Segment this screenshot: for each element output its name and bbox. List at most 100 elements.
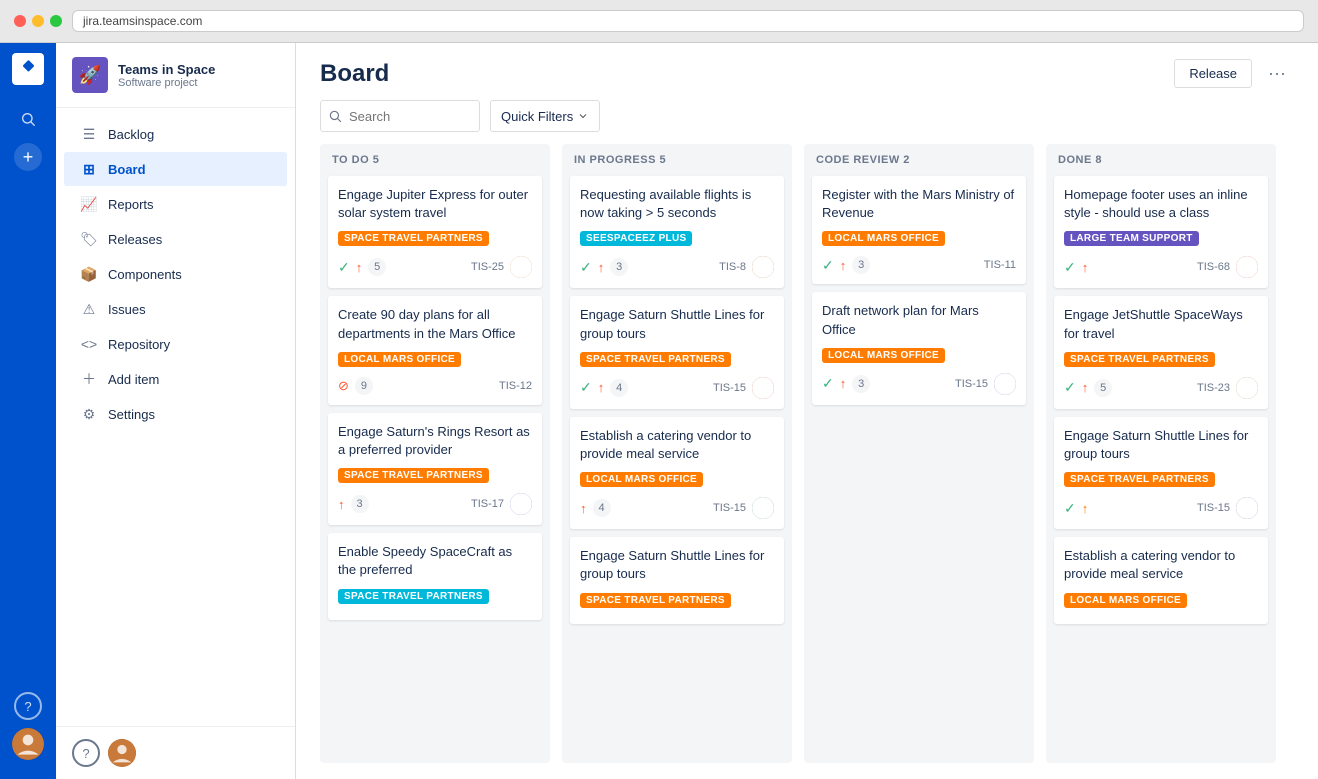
card-footer-right: TIS-15 (713, 377, 774, 399)
card[interactable]: Create 90 day plans for all departments … (328, 296, 542, 404)
add-item-icon: ＋ (80, 370, 98, 388)
add-item-label: Add item (108, 372, 159, 387)
sidebar-item-settings[interactable]: ⚙ Settings (56, 397, 295, 431)
card-avatar (1236, 377, 1258, 399)
sidebar-nav: ☰ Backlog ⊞ Board 📈 Reports 🏷 Re (56, 108, 295, 440)
project-type: Software project (118, 77, 215, 89)
card[interactable]: Engage Saturn Shuttle Lines for group to… (570, 296, 784, 408)
sidebar-item-backlog[interactable]: ☰ Backlog (56, 117, 295, 151)
card-avatar (752, 497, 774, 519)
story-points: 5 (1094, 379, 1112, 397)
card-tag: LOCAL MARS OFFICE (822, 348, 945, 363)
story-points: 4 (593, 499, 611, 517)
maximize-button[interactable] (50, 15, 62, 27)
minimize-button[interactable] (32, 15, 44, 27)
backlog-icon: ☰ (80, 125, 98, 143)
sidebar-item-components[interactable]: 📦 Components (56, 257, 295, 291)
card-footer-right: TIS-15 (955, 373, 1016, 395)
card-footer: ⊘9TIS-12 (338, 377, 532, 395)
search-nav-icon[interactable] (10, 101, 46, 137)
issues-icon: ⚠ (80, 300, 98, 318)
card-footer: ✓↑3TIS-11 (822, 256, 1016, 274)
page-title: Board (320, 60, 389, 88)
check-icon: ✓ (580, 259, 592, 276)
components-icon: 📦 (80, 265, 98, 283)
releases-label: Releases (108, 232, 162, 247)
project-header: 🚀 Teams in Space Software project (56, 43, 295, 108)
sidebar-item-issues[interactable]: ⚠ Issues (56, 292, 295, 326)
release-button[interactable]: Release (1174, 59, 1252, 88)
project-info: Teams in Space Software project (118, 62, 215, 89)
story-points: 3 (852, 256, 870, 274)
user-avatar[interactable] (12, 728, 44, 760)
card[interactable]: Engage Saturn's Rings Resort as a prefer… (328, 413, 542, 525)
card-tag: LOCAL MARS OFFICE (338, 352, 461, 367)
card[interactable]: Establish a catering vendor to provide m… (1054, 537, 1268, 623)
card[interactable]: Draft network plan for Mars OfficeLOCAL … (812, 292, 1026, 404)
card-title: Enable Speedy SpaceCraft as the preferre… (338, 543, 532, 579)
card-footer: ✓↑5TIS-25 (338, 256, 532, 278)
card-tag: SPACE TRAVEL PARTNERS (580, 352, 731, 367)
card-footer-right: TIS-17 (471, 493, 532, 515)
column-cards-codereview: Register with the Mars Ministry of Reven… (804, 172, 1034, 763)
sidebar-item-add-item[interactable]: ＋ Add item (56, 362, 295, 396)
card-id: TIS-15 (713, 502, 746, 514)
card-tag: SPACE TRAVEL PARTNERS (1064, 352, 1215, 367)
story-points: 3 (610, 258, 628, 276)
card[interactable]: Engage JetShuttle SpaceWays for travelSP… (1054, 296, 1268, 408)
sidebar-item-repository[interactable]: <> Repository (56, 327, 295, 361)
board-icon: ⊞ (80, 160, 98, 178)
url-bar[interactable]: jira.teamsinspace.com (72, 10, 1304, 32)
help-icon[interactable]: ? (14, 692, 42, 720)
sidebar-item-releases[interactable]: 🏷 Releases (56, 222, 295, 256)
column-header-todo: TO DO 5 (320, 144, 550, 172)
priority-arrow-icon: ↑ (840, 376, 847, 391)
card-id: TIS-12 (499, 380, 532, 392)
check-icon: ✓ (822, 257, 834, 274)
card-title: Homepage footer uses an inline style - s… (1064, 186, 1258, 222)
card-tag: SPACE TRAVEL PARTNERS (338, 468, 489, 483)
card[interactable]: Homepage footer uses an inline style - s… (1054, 176, 1268, 288)
card[interactable]: Establish a catering vendor to provide m… (570, 417, 784, 529)
main-content: Board Release ··· Quick Filters TO DO 5 E… (296, 43, 1318, 779)
card-title: Establish a catering vendor to provide m… (1064, 547, 1258, 583)
close-button[interactable] (14, 15, 26, 27)
card-title: Register with the Mars Ministry of Reven… (822, 186, 1016, 222)
block-icon: ⊘ (338, 378, 349, 394)
sidebar-item-reports[interactable]: 📈 Reports (56, 187, 295, 221)
story-points: 3 (351, 495, 369, 513)
card-tag: SPACE TRAVEL PARTNERS (580, 593, 731, 608)
jira-logo[interactable] (12, 53, 44, 85)
story-points: 4 (610, 379, 628, 397)
card[interactable]: Engage Saturn Shuttle Lines for group to… (570, 537, 784, 623)
card-id: TIS-15 (713, 382, 746, 394)
card[interactable]: Register with the Mars Ministry of Reven… (812, 176, 1026, 284)
search-wrapper (320, 100, 480, 132)
card-title: Create 90 day plans for all departments … (338, 306, 532, 342)
quick-filters-button[interactable]: Quick Filters (490, 100, 600, 132)
reports-icon: 📈 (80, 195, 98, 213)
card-footer-right: TIS-11 (984, 259, 1016, 271)
help-button[interactable]: ? (72, 739, 100, 767)
chevron-down-icon (577, 110, 589, 122)
card[interactable]: Engage Jupiter Express for outer solar s… (328, 176, 542, 288)
create-nav-icon[interactable]: + (14, 143, 42, 171)
card[interactable]: Enable Speedy SpaceCraft as the preferre… (328, 533, 542, 619)
board-area: TO DO 5 Engage Jupiter Express for outer … (296, 144, 1318, 779)
sidebar-item-board[interactable]: ⊞ Board (56, 152, 295, 186)
priority-arrow-icon: ↑ (1082, 260, 1089, 275)
priority-arrow-icon: ↑ (1082, 380, 1089, 395)
card[interactable]: Requesting available flights is now taki… (570, 176, 784, 288)
card-tag: LOCAL MARS OFFICE (1064, 593, 1187, 608)
card-footer-right: TIS-8 (719, 256, 774, 278)
search-input[interactable] (320, 100, 480, 132)
card[interactable]: Engage Saturn Shuttle Lines for group to… (1054, 417, 1268, 529)
sidebar: 🚀 Teams in Space Software project ☰ Back… (56, 43, 296, 779)
card-id: TIS-23 (1197, 382, 1230, 394)
card-footer: ✓↑TIS-68 (1064, 256, 1258, 278)
story-points: 5 (368, 258, 386, 276)
user-avatar-sidebar[interactable] (108, 739, 136, 767)
card-tag: SPACE TRAVEL PARTNERS (338, 231, 489, 246)
card-footer-right: TIS-15 (713, 497, 774, 519)
more-button[interactable]: ··· (1260, 59, 1294, 88)
